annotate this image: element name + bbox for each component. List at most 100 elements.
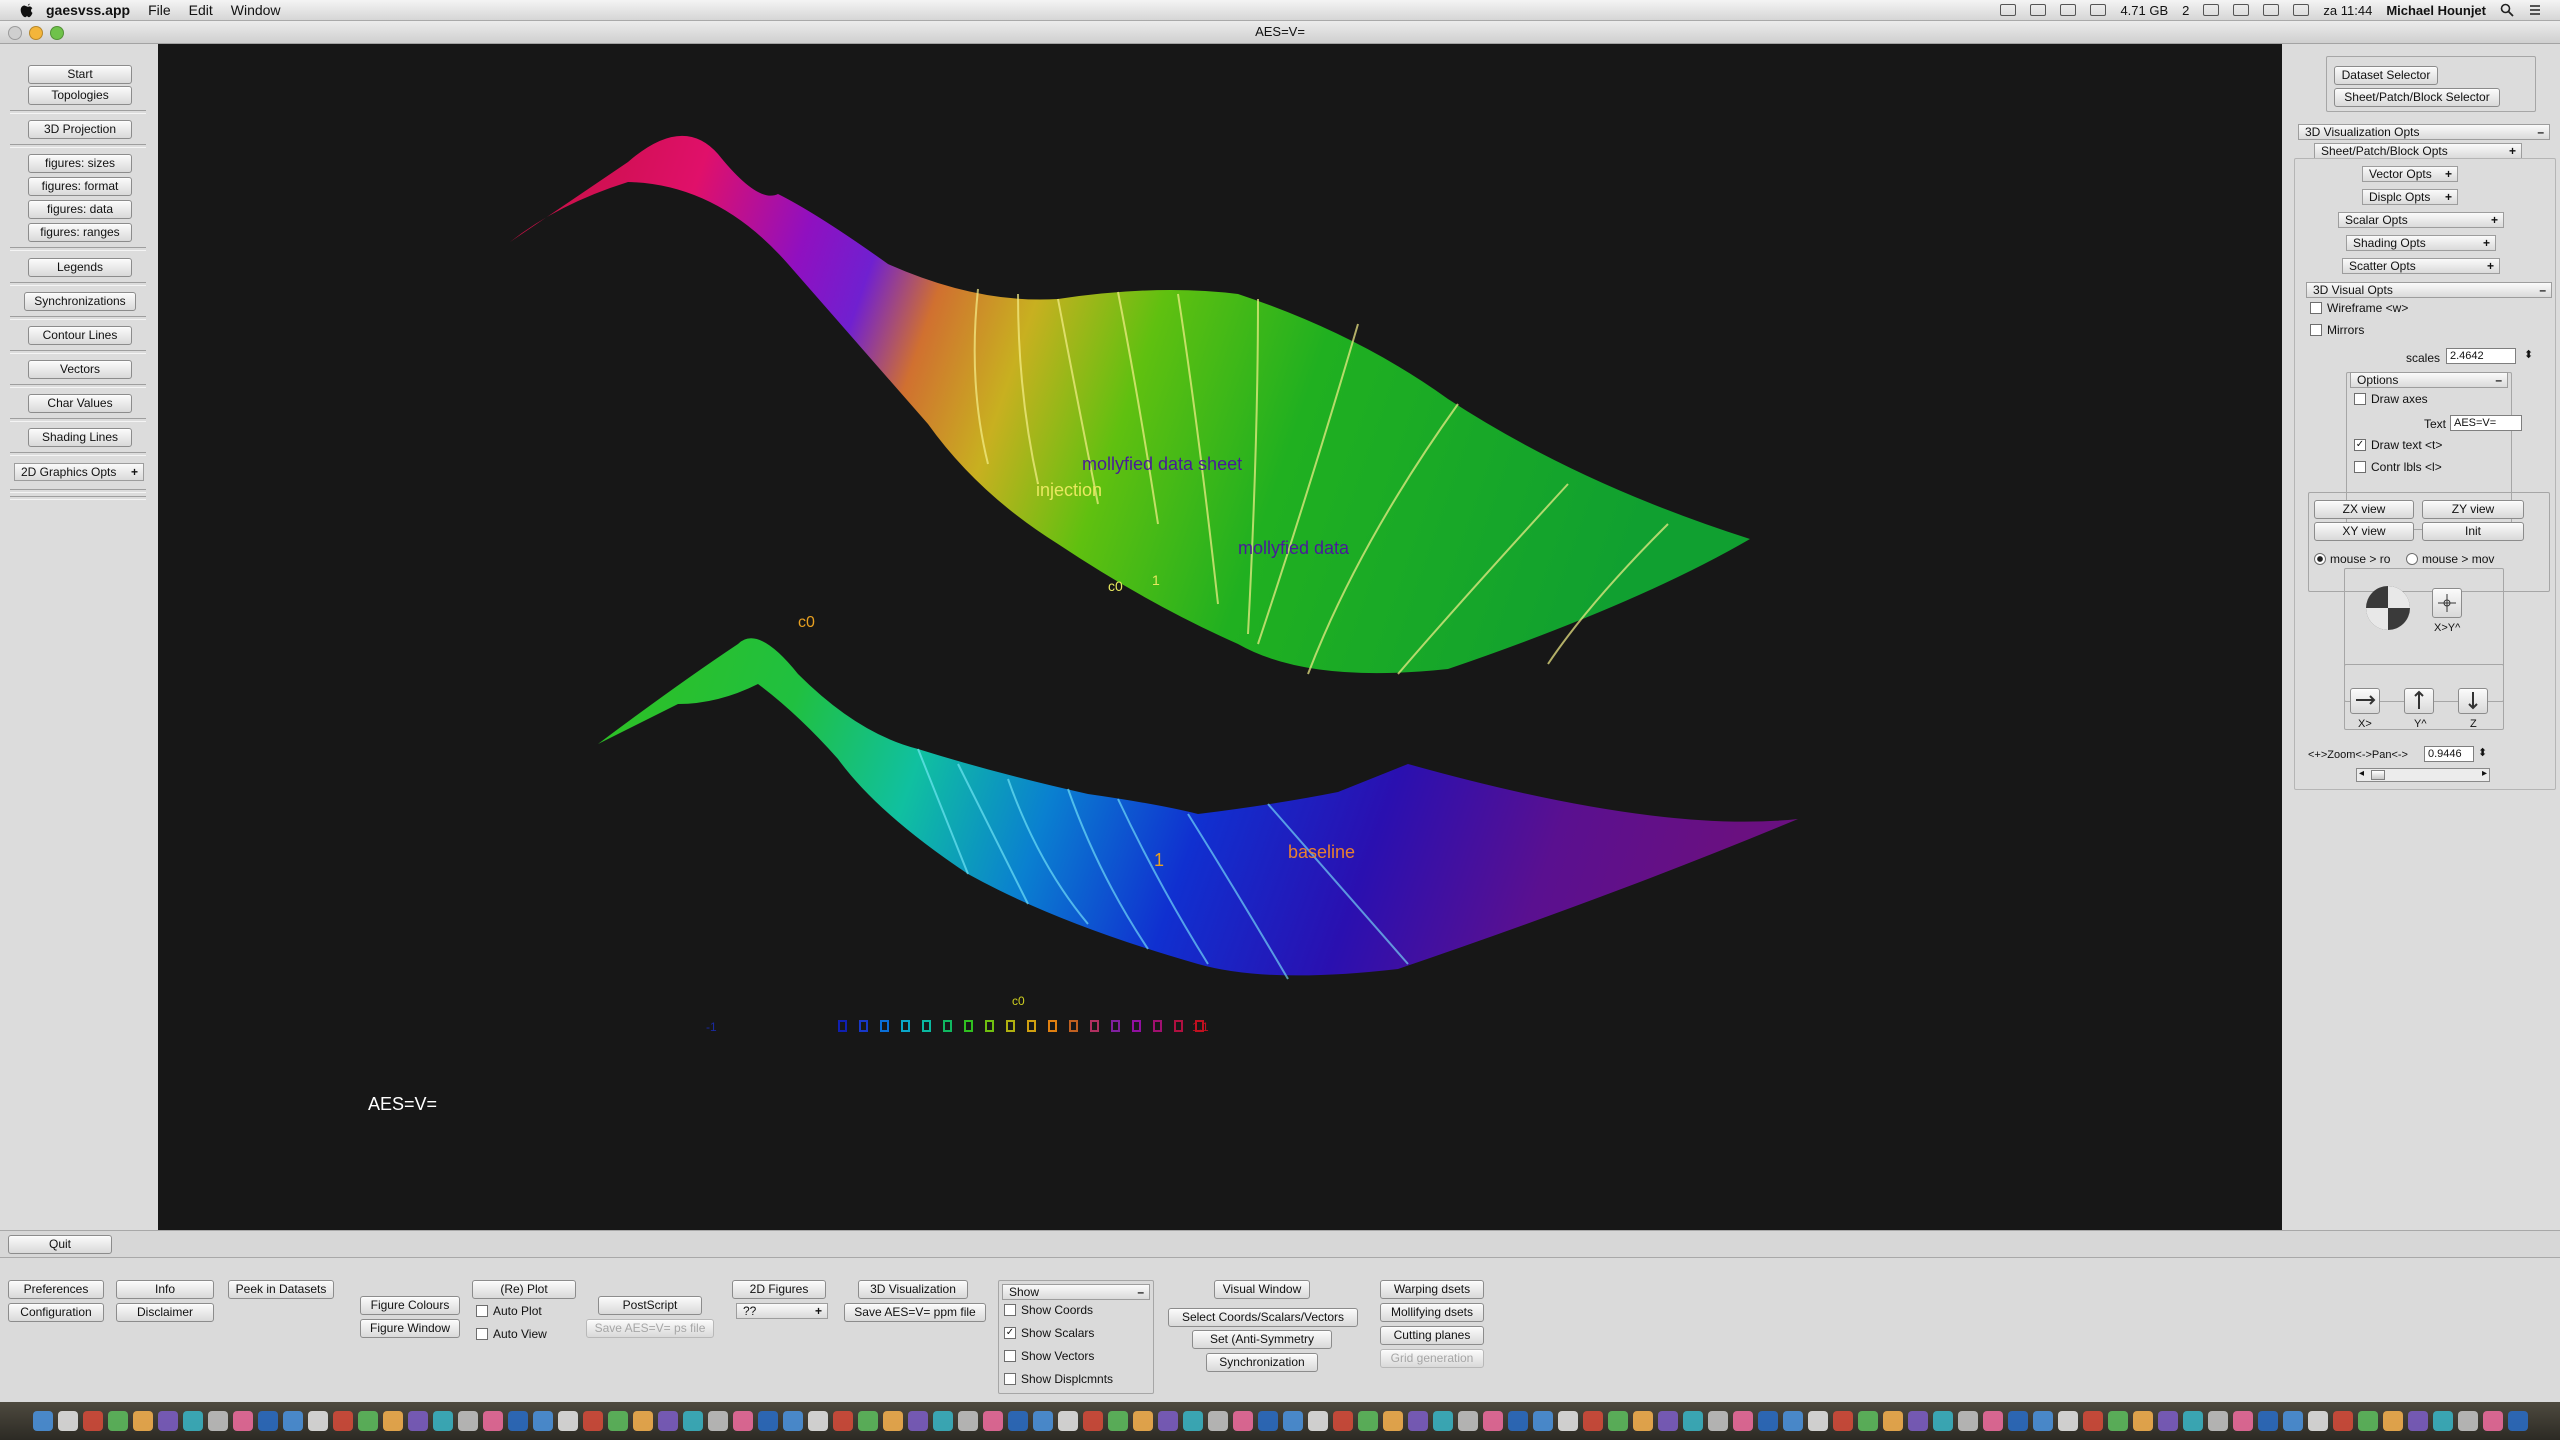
file-menu[interactable]: File <box>148 2 171 18</box>
dock-app-icon[interactable] <box>2207 1411 2228 1431</box>
postscript-button[interactable]: PostScript <box>598 1296 702 1315</box>
lock-icon[interactable] <box>2000 4 2017 16</box>
checkbox-box[interactable]: ✓ <box>1004 1327 1016 1339</box>
dock-app-icon[interactable] <box>882 1411 903 1431</box>
dock-app-icon[interactable] <box>1432 1411 1453 1431</box>
3d-viewport[interactable]: mollyfied data sheet injection mollyfied… <box>158 44 2282 1230</box>
dock-app-icon[interactable] <box>1932 1411 1953 1431</box>
display-icon[interactable] <box>2060 4 2077 16</box>
dock-app-icon[interactable] <box>1757 1411 1778 1431</box>
app-menu[interactable]: gaesvss.app <box>46 2 130 18</box>
dock-app-icon[interactable] <box>1207 1411 1228 1431</box>
notification-center-icon[interactable] <box>2528 3 2542 17</box>
dock-app-icon[interactable] <box>1332 1411 1353 1431</box>
show-vectors-checkbox[interactable]: Show Vectors <box>1004 1349 1094 1363</box>
dock-app-icon[interactable] <box>282 1411 303 1431</box>
dock-app-icon[interactable] <box>857 1411 878 1431</box>
dock-app-icon[interactable] <box>2307 1411 2328 1431</box>
dock-app-icon[interactable] <box>1532 1411 1553 1431</box>
dock-app-icon[interactable] <box>382 1411 403 1431</box>
dock-app-icon[interactable] <box>2357 1411 2378 1431</box>
dock-app-icon[interactable] <box>357 1411 378 1431</box>
dock-app-icon[interactable] <box>1907 1411 1928 1431</box>
dock-app-icon[interactable] <box>1682 1411 1703 1431</box>
dock-app-icon[interactable] <box>2432 1411 2453 1431</box>
mollifying-dsets-button[interactable]: Mollifying dsets <box>1380 1303 1484 1322</box>
show-coords-checkbox[interactable]: Show Coords <box>1004 1303 1093 1317</box>
dock-app-icon[interactable] <box>2507 1411 2528 1431</box>
cutting-planes-button[interactable]: Cutting planes <box>1380 1326 1484 1345</box>
dock-app-icon[interactable] <box>2457 1411 2478 1431</box>
dock-app-icon[interactable] <box>1657 1411 1678 1431</box>
dock-app-icon[interactable] <box>532 1411 553 1431</box>
volume-icon[interactable] <box>2263 4 2280 16</box>
show-displcmnts-checkbox[interactable]: Show Displcmnts <box>1004 1372 1113 1386</box>
bluetooth-icon[interactable] <box>2203 4 2220 16</box>
dock-app-icon[interactable] <box>132 1411 153 1431</box>
save-ppm-file-button[interactable]: Save AES=V= ppm file <box>844 1303 986 1322</box>
dock-app-icon[interactable] <box>407 1411 428 1431</box>
spotlight-search-icon[interactable] <box>2500 3 2514 17</box>
figures-format-button[interactable]: figures: format <box>28 177 132 196</box>
dock-app-icon[interactable] <box>157 1411 178 1431</box>
configuration-button[interactable]: Configuration <box>8 1303 104 1322</box>
battery-icon[interactable] <box>2293 4 2310 16</box>
minimize-icon[interactable] <box>29 26 43 40</box>
dock-app-icon[interactable] <box>1707 1411 1728 1431</box>
start-button[interactable]: Start <box>28 65 132 84</box>
dock-app-icon[interactable] <box>1482 1411 1503 1431</box>
info-button[interactable]: Info <box>116 1280 214 1299</box>
edit-menu[interactable]: Edit <box>189 2 213 18</box>
checkbox-box[interactable] <box>476 1305 488 1317</box>
dock-app-icon[interactable] <box>1607 1411 1628 1431</box>
dock-app-icon[interactable] <box>932 1411 953 1431</box>
dock-app-icon[interactable] <box>1182 1411 1203 1431</box>
select-coords-scalars-vectors-button[interactable]: Select Coords/Scalars/Vectors <box>1168 1308 1358 1327</box>
dock-app-icon[interactable] <box>1132 1411 1153 1431</box>
checkbox-box[interactable] <box>476 1328 488 1340</box>
dock-app-icon[interactable] <box>582 1411 603 1431</box>
synchronization-button[interactable]: Synchronization <box>1206 1353 1318 1372</box>
show-toggle[interactable]: Show – <box>1002 1284 1150 1300</box>
dock-app-icon[interactable] <box>182 1411 203 1431</box>
sheet-patch-block-opts-toggle[interactable]: Sheet/Patch/Block Opts + <box>2314 143 2522 159</box>
dock-app-icon[interactable] <box>2057 1411 2078 1431</box>
auto-view-checkbox[interactable]: Auto View <box>476 1327 547 1341</box>
dock-app-icon[interactable] <box>1407 1411 1428 1431</box>
dock-app-icon[interactable] <box>1957 1411 1978 1431</box>
notification-count[interactable]: 2 <box>2182 3 2189 18</box>
auto-plot-checkbox[interactable]: Auto Plot <box>476 1304 542 1318</box>
dock-app-icon[interactable] <box>1982 1411 2003 1431</box>
contour-lines-button[interactable]: Contour Lines <box>28 326 132 345</box>
dock-app-icon[interactable] <box>782 1411 803 1431</box>
dock-app-icon[interactable] <box>82 1411 103 1431</box>
dock-app-icon[interactable] <box>1807 1411 1828 1431</box>
checkbox-box[interactable] <box>1004 1304 1016 1316</box>
dock-app-icon[interactable] <box>457 1411 478 1431</box>
save-ps-file-button[interactable]: Save AES=V= ps file <box>586 1319 714 1338</box>
shading-lines-button[interactable]: Shading Lines <box>28 428 132 447</box>
dock-app-icon[interactable] <box>2407 1411 2428 1431</box>
dock-app-icon[interactable] <box>232 1411 253 1431</box>
dock-app-icon[interactable] <box>2382 1411 2403 1431</box>
dock-app-icon[interactable] <box>982 1411 1003 1431</box>
dock-app-icon[interactable] <box>2332 1411 2353 1431</box>
dock-app-icon[interactable] <box>1107 1411 1128 1431</box>
grid-generation-button[interactable]: Grid generation <box>1380 1349 1484 1368</box>
dock-app-icon[interactable] <box>632 1411 653 1431</box>
dock-app-icon[interactable] <box>1282 1411 1303 1431</box>
dock-app-icon[interactable] <box>1257 1411 1278 1431</box>
preferences-button[interactable]: Preferences <box>8 1280 104 1299</box>
dock-app-icon[interactable] <box>1832 1411 1853 1431</box>
char-values-button[interactable]: Char Values <box>28 394 132 413</box>
3d-visualization-opts-toggle[interactable]: 3D Visualization Opts – <box>2298 124 2550 140</box>
dock-app-icon[interactable] <box>1857 1411 1878 1431</box>
2d-figures-button[interactable]: 2D Figures <box>732 1280 826 1299</box>
close-icon[interactable] <box>8 26 22 40</box>
gauge-icon[interactable] <box>2090 4 2107 16</box>
checkbox-box[interactable] <box>1004 1373 1016 1385</box>
dock-app-icon[interactable] <box>1882 1411 1903 1431</box>
dock-app-icon[interactable] <box>1382 1411 1403 1431</box>
figures-ranges-button[interactable]: figures: ranges <box>28 223 132 242</box>
dock-app-icon[interactable] <box>57 1411 78 1431</box>
